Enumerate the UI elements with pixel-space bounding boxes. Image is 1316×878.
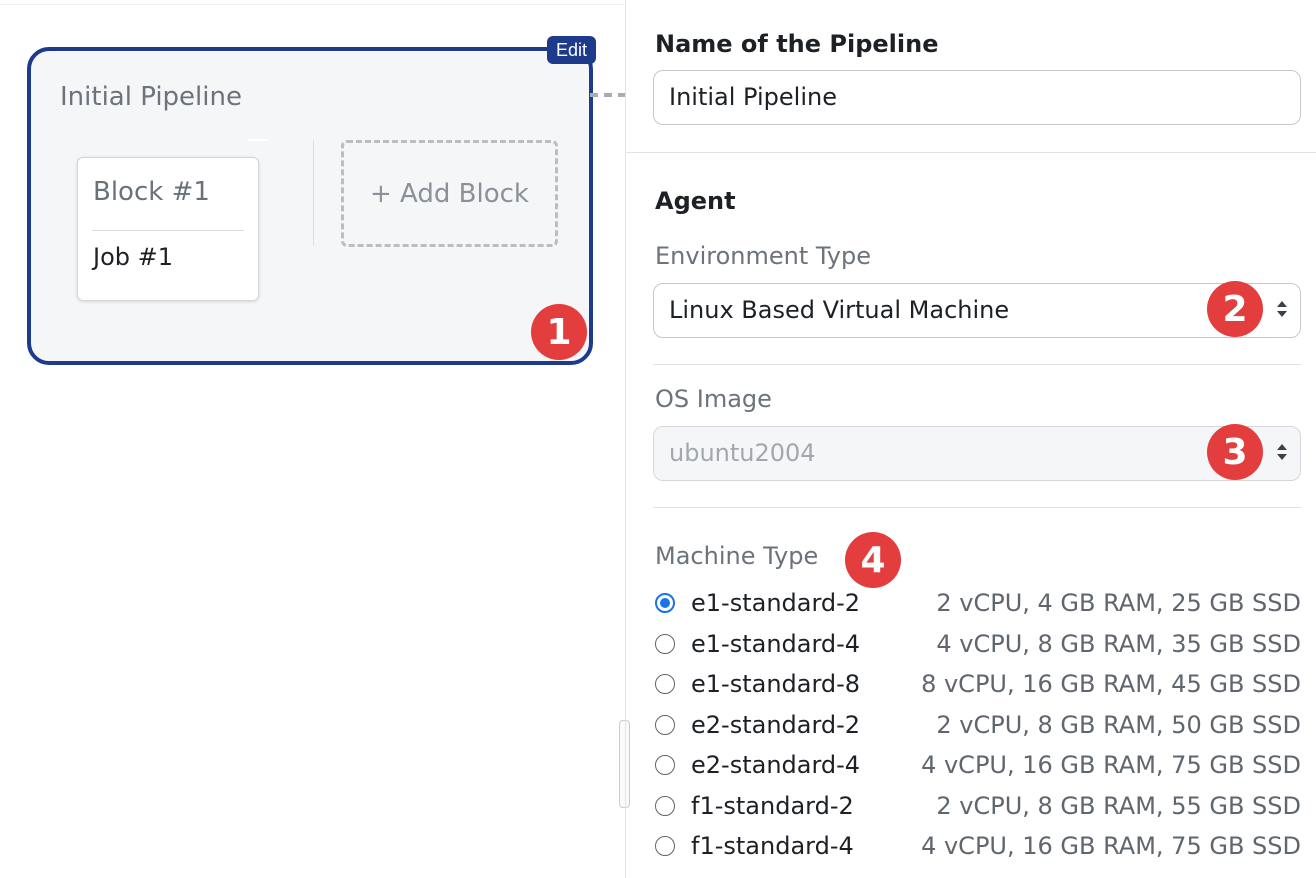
edit-badge[interactable]: Edit bbox=[547, 36, 597, 64]
machine-option[interactable]: e1-standard-8 8 vCPU, 16 GB RAM, 45 GB S… bbox=[653, 666, 1301, 707]
machine-spec: 4 vCPU, 16 GB RAM, 75 GB SSD bbox=[921, 832, 1301, 860]
radio-button[interactable] bbox=[655, 633, 675, 654]
machine-option[interactable]: e1-standard-2 2 vCPU, 4 GB RAM, 25 GB SS… bbox=[653, 585, 1301, 626]
job-title[interactable]: Job #1 bbox=[93, 243, 173, 271]
radio-button[interactable] bbox=[655, 755, 675, 775]
machine-name[interactable]: f1-standard-2 bbox=[691, 792, 854, 820]
block-divider bbox=[92, 230, 244, 231]
radio-button[interactable] bbox=[655, 674, 675, 694]
machine-type-list: e1-standard-2 2 vCPU, 4 GB RAM, 25 GB SS… bbox=[653, 585, 1301, 869]
callout-badge-1: 1 bbox=[531, 304, 587, 360]
field-divider bbox=[653, 364, 1301, 365]
add-block-button[interactable]: + Add Block bbox=[341, 140, 558, 247]
machine-option[interactable]: e1-standard-4 4 vCPU, 8 GB RAM, 35 GB SS… bbox=[653, 626, 1301, 667]
select-arrows-icon bbox=[1276, 442, 1288, 464]
environment-type-value: Linux Based Virtual Machine bbox=[669, 296, 1010, 324]
callout-badge-4: 4 bbox=[845, 532, 901, 588]
block-title[interactable]: Block #1 bbox=[93, 177, 210, 207]
callout-badge-2: 2 bbox=[1207, 281, 1263, 337]
environment-type-select[interactable]: Linux Based Virtual Machine bbox=[653, 283, 1301, 338]
pipeline-title: Initial Pipeline bbox=[60, 82, 242, 112]
agent-heading: Agent bbox=[655, 187, 736, 215]
radio-button[interactable] bbox=[655, 795, 675, 816]
machine-name[interactable]: e1-standard-4 bbox=[691, 630, 860, 658]
block-separator bbox=[313, 140, 314, 246]
os-image-label: OS Image bbox=[655, 385, 772, 413]
section-divider bbox=[626, 152, 1316, 153]
machine-spec: 2 vCPU, 4 GB RAM, 25 GB SSD bbox=[936, 589, 1301, 617]
pipeline-connector bbox=[590, 93, 626, 97]
machine-spec: 8 vCPU, 16 GB RAM, 45 GB SSD bbox=[921, 670, 1301, 698]
os-image-value: ubuntu2004 bbox=[669, 439, 816, 467]
machine-option[interactable]: e2-standard-4 4 vCPU, 16 GB RAM, 75 GB S… bbox=[653, 747, 1301, 788]
radio-button[interactable] bbox=[655, 593, 675, 613]
machine-name[interactable]: e2-standard-2 bbox=[691, 711, 860, 739]
field-divider bbox=[653, 507, 1301, 508]
machine-option[interactable]: f1-standard-2 2 vCPU, 8 GB RAM, 55 GB SS… bbox=[653, 788, 1301, 829]
machine-option[interactable]: e2-standard-2 2 vCPU, 8 GB RAM, 50 GB SS… bbox=[653, 707, 1301, 748]
machine-name[interactable]: e2-standard-4 bbox=[691, 751, 860, 779]
pipeline-name-label: Name of the Pipeline bbox=[655, 30, 939, 58]
machine-option[interactable]: f1-standard-4 4 vCPU, 16 GB RAM, 75 GB S… bbox=[653, 828, 1301, 869]
machine-spec: 2 vCPU, 8 GB RAM, 55 GB SSD bbox=[936, 791, 1301, 820]
environment-type-label: Environment Type bbox=[655, 242, 871, 270]
radio-button[interactable] bbox=[655, 836, 675, 856]
radio-button[interactable] bbox=[655, 714, 675, 735]
machine-name[interactable]: e1-standard-8 bbox=[691, 670, 860, 698]
os-image-select[interactable]: ubuntu2004 bbox=[653, 426, 1301, 481]
workflow-canvas: Edit Initial Pipeline Block #1 Job #1 + … bbox=[0, 0, 630, 878]
machine-name[interactable]: f1-standard-4 bbox=[691, 832, 854, 860]
select-arrows-icon bbox=[1276, 299, 1288, 321]
add-block-label: + Add Block bbox=[370, 178, 529, 209]
panel-divider bbox=[625, 0, 626, 878]
callout-badge-3: 3 bbox=[1207, 424, 1263, 480]
pipeline-name-input[interactable]: Initial Pipeline bbox=[653, 70, 1301, 125]
machine-spec: 4 vCPU, 16 GB RAM, 75 GB SSD bbox=[921, 751, 1301, 779]
machine-type-label: Machine Type bbox=[655, 542, 819, 570]
canvas-top-divider bbox=[0, 4, 625, 5]
block-connector-stub bbox=[248, 139, 268, 141]
machine-spec: 2 vCPU, 8 GB RAM, 50 GB SSD bbox=[936, 710, 1301, 739]
machine-spec: 4 vCPU, 8 GB RAM, 35 GB SSD bbox=[936, 629, 1301, 658]
machine-name[interactable]: e1-standard-2 bbox=[691, 589, 860, 617]
